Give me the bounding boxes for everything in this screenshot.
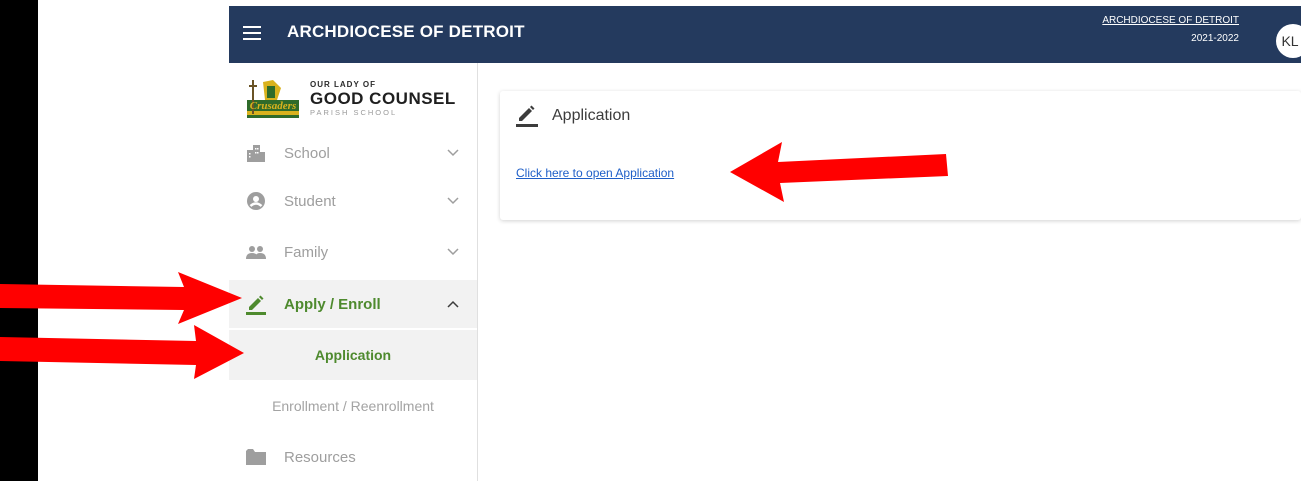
logo-line-2: GOOD COUNSEL	[310, 89, 456, 108]
pencil-icon	[245, 294, 267, 315]
subnav-enrollment-reenrollment[interactable]: Enrollment / Reenrollment	[229, 381, 477, 431]
sidebar-item-label: Family	[284, 243, 329, 261]
building-icon	[245, 143, 267, 163]
screen: ARCHDIOCESE OF DETROIT ARCHDIOCESE OF DE…	[0, 0, 1301, 481]
svg-text:Crusaders: Crusaders	[250, 100, 296, 112]
annotation-arrow-left-1-icon	[0, 272, 242, 324]
logo-line-1: OUR LADY OF	[310, 80, 376, 89]
sidebar-item-label: Apply / Enroll	[284, 295, 381, 313]
card-title: Application	[552, 107, 631, 124]
annotation-arrow-left-2-icon	[0, 325, 244, 379]
sidebar-item-school[interactable]: School	[229, 129, 477, 177]
people-icon	[245, 242, 267, 262]
chevron-up-icon	[447, 300, 459, 308]
annotation-arrow-right-icon	[730, 142, 948, 202]
sidebar-item-label: School	[284, 144, 330, 162]
folder-icon	[245, 447, 267, 467]
sidebar-item-student[interactable]: Student	[229, 177, 477, 225]
chevron-down-icon	[447, 197, 459, 205]
crusaders-logo-icon: Crusaders	[247, 80, 299, 118]
logo-line-3: PARISH SCHOOL	[310, 108, 398, 117]
subnav-application[interactable]: Application	[229, 330, 477, 380]
top-white-strip	[229, 0, 1301, 6]
sidebar-item-apply-enroll[interactable]: Apply / Enroll	[229, 280, 477, 328]
left-margin	[38, 0, 229, 481]
app-title: ARCHDIOCESE OF DETROIT	[287, 22, 525, 41]
sidebar-item-label: Resources	[284, 448, 356, 466]
chevron-down-icon	[447, 149, 459, 157]
sidebar-item-family[interactable]: Family	[229, 228, 477, 276]
open-application-link[interactable]: Click here to open Application	[516, 166, 674, 180]
sidebar-item-label: Student	[284, 192, 336, 210]
school-logo[interactable]: Crusaders OUR LADY OF GOOD COUNSEL PARIS…	[243, 78, 456, 124]
sidebar-item-resources[interactable]: Resources	[229, 433, 477, 481]
organization-link[interactable]: ARCHDIOCESE OF DETROIT	[1102, 15, 1239, 26]
school-year: 2021-2022	[1191, 33, 1239, 44]
account-circle-icon	[245, 191, 267, 211]
left-black-border	[0, 0, 38, 481]
pencil-icon	[516, 105, 538, 127]
menu-icon[interactable]	[243, 26, 261, 40]
chevron-down-icon	[447, 248, 459, 256]
